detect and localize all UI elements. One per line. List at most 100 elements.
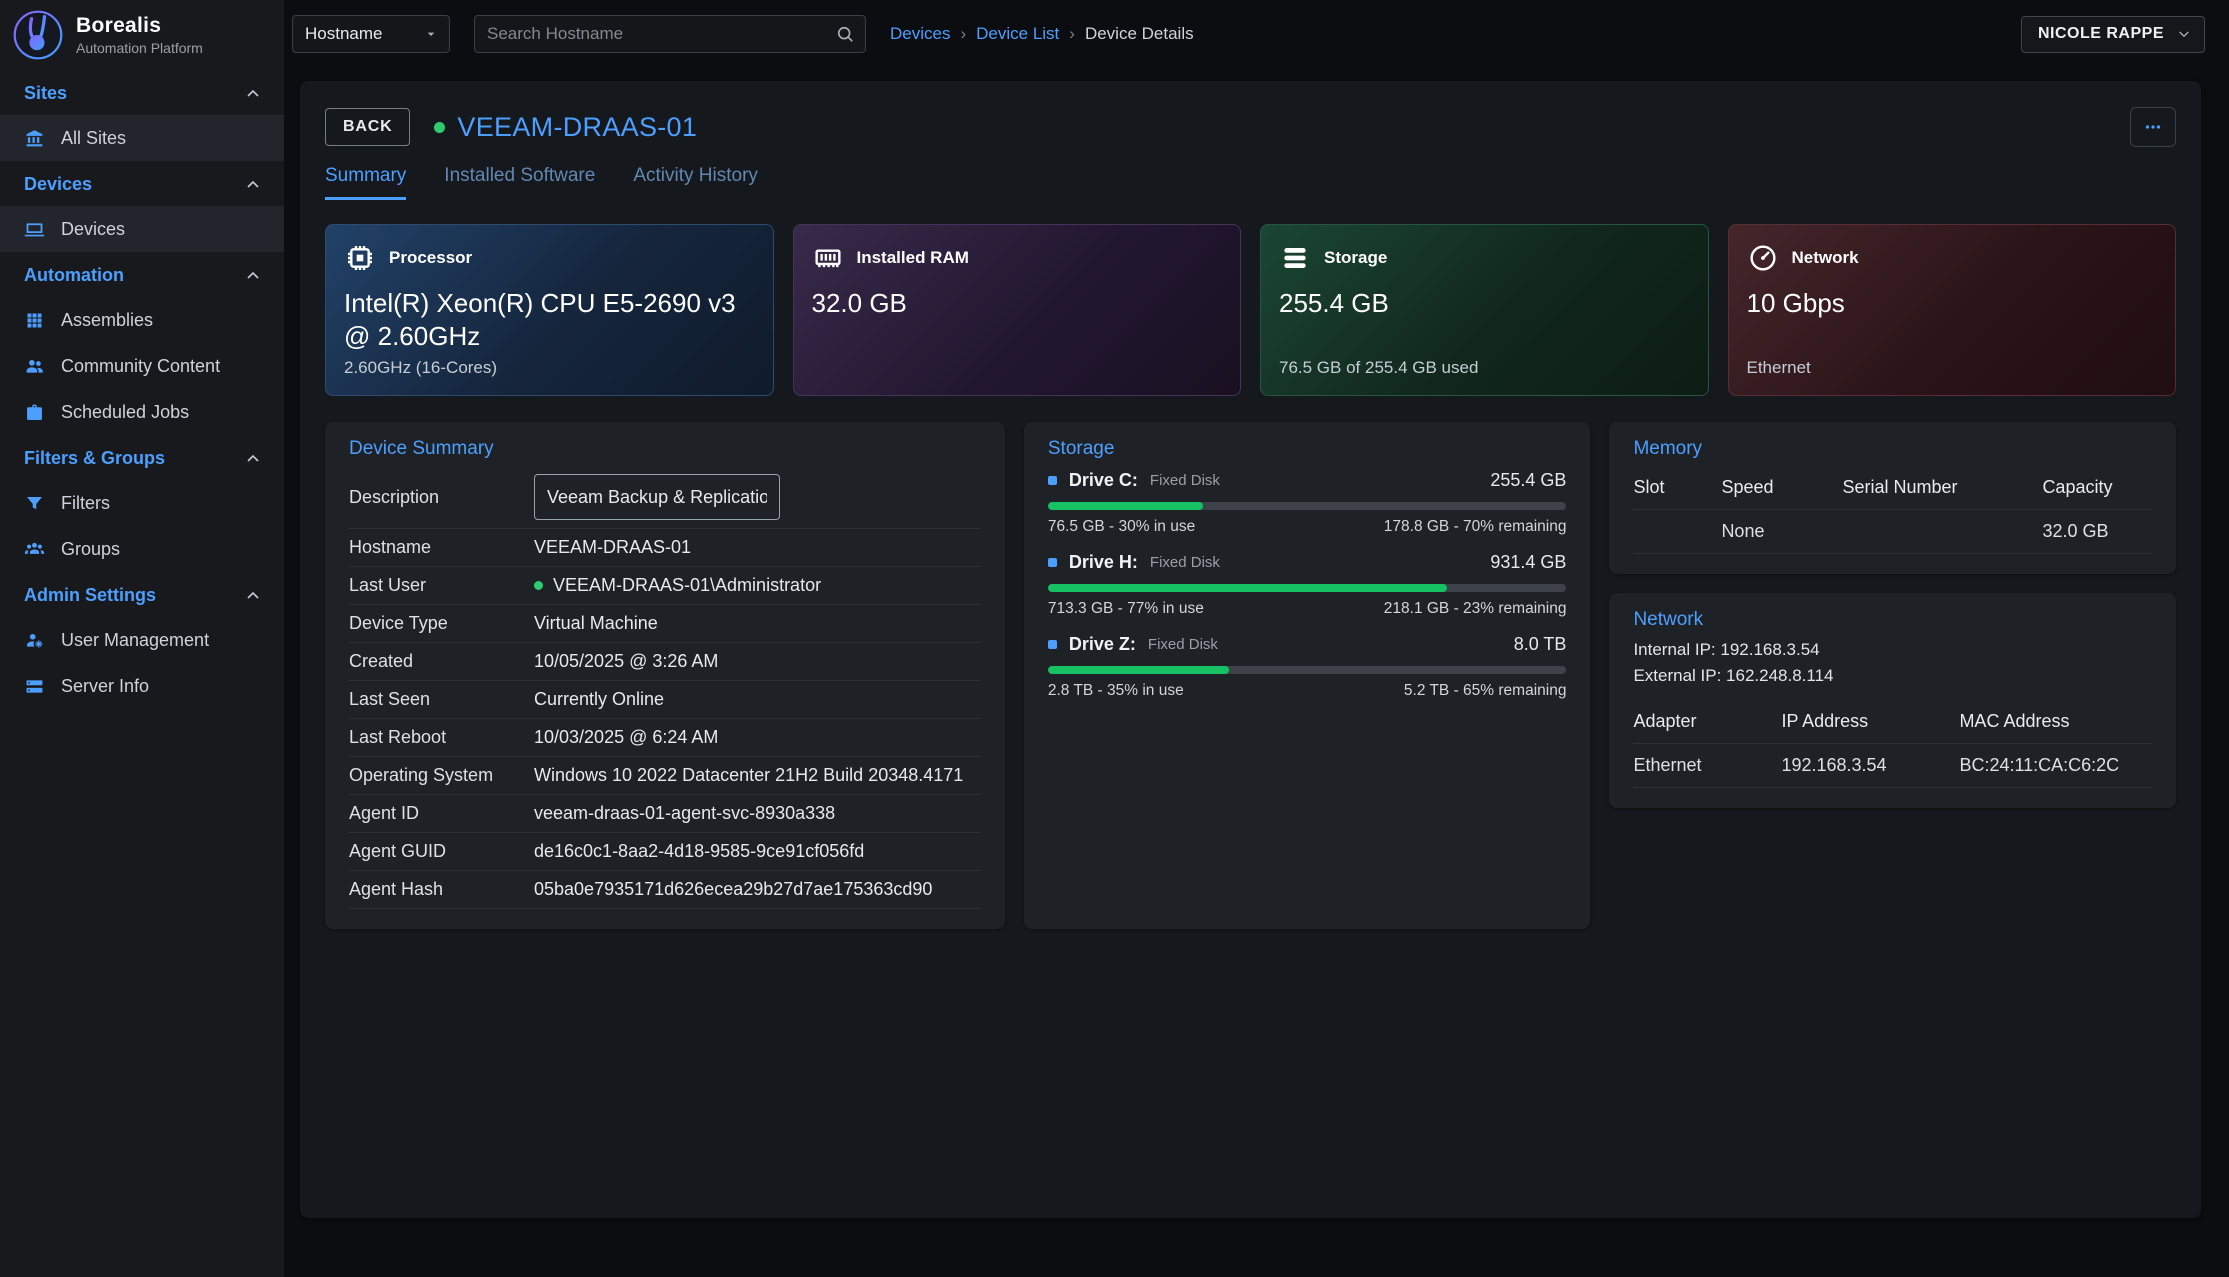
drive-size: 8.0 TB [1514, 634, 1567, 655]
sidebar-section-automation: Automation Assemblies Community Content … [0, 252, 284, 435]
topbar: Hostname Devices › Device List › Device … [284, 0, 2229, 68]
people-icon [24, 356, 45, 377]
online-status-dot [534, 581, 543, 590]
processor-card: Processor Intel(R) Xeon(R) CPU E5-2690 v… [325, 224, 774, 396]
sidebar-item-label: User Management [61, 630, 209, 651]
sidebar-item-groups[interactable]: Groups [0, 526, 284, 572]
ram-value: 32.0 GB [812, 287, 1223, 320]
tab-activity-history[interactable]: Activity History [633, 165, 758, 200]
row-label: Last Reboot [349, 727, 534, 748]
drive-name: Drive Z: [1069, 634, 1136, 655]
breadcrumb-device-list[interactable]: Device List [976, 24, 1059, 44]
drive-bullet-icon [1048, 640, 1057, 649]
chevron-down-icon [2176, 26, 2192, 42]
drive-size: 931.4 GB [1490, 552, 1566, 573]
borealis-logo-icon [12, 9, 64, 61]
search-icon [835, 24, 855, 44]
sidebar-item-community-content[interactable]: Community Content [0, 343, 284, 389]
sidebar-section-filters-groups-header[interactable]: Filters & Groups [0, 435, 284, 480]
drive-header: Drive Z: Fixed Disk 8.0 TB [1048, 634, 1567, 655]
drive-bullet-icon [1048, 558, 1057, 567]
chevron-up-icon [244, 85, 262, 103]
drive-remaining: 5.2 TB - 65% remaining [1404, 682, 1567, 700]
network-header-ip: IP Address [1781, 711, 1959, 732]
drive-size: 255.4 GB [1490, 470, 1566, 491]
summary-row-agent-id: Agent ID veeam-draas-01-agent-svc-8930a3… [349, 795, 981, 833]
drive-used: 76.5 GB - 30% in use [1048, 518, 1195, 536]
drive-usage-fill [1048, 502, 1204, 510]
sidebar-item-assemblies[interactable]: Assemblies [0, 297, 284, 343]
back-button[interactable]: BACK [325, 108, 410, 146]
user-menu-button[interactable]: NICOLE RAPPE [2021, 16, 2205, 53]
memory-speed: None [1721, 521, 1842, 542]
card-header: Processor [344, 242, 755, 274]
row-value: Virtual Machine [534, 612, 981, 635]
description-input[interactable] [534, 474, 780, 520]
card-label: Installed RAM [857, 248, 969, 268]
filter-icon [24, 493, 45, 514]
search-input[interactable] [487, 24, 827, 44]
brand-text: Borealis Automation Platform [76, 14, 203, 56]
sidebar-section-admin-settings: Admin Settings User Management Server In… [0, 572, 284, 709]
row-label: Device Type [349, 613, 534, 634]
sidebar-item-all-sites[interactable]: All Sites [0, 115, 284, 161]
search-field-dropdown-value: Hostname [305, 24, 382, 44]
tab-bar: Summary Installed Software Activity Hist… [325, 165, 2176, 200]
internal-ip: Internal IP: 192.168.3.54 [1633, 637, 2152, 663]
storage-panel-title: Storage [1048, 438, 1567, 460]
sidebar-section-automation-header[interactable]: Automation [0, 252, 284, 297]
chevron-up-icon [244, 267, 262, 285]
sidebar-section-devices: Devices Devices [0, 161, 284, 252]
ram-icon [812, 242, 844, 274]
tab-installed-software[interactable]: Installed Software [444, 165, 595, 200]
last-user-value: VEEAM-DRAAS-01\Administrator [553, 575, 821, 596]
sidebar-item-scheduled-jobs[interactable]: Scheduled Jobs [0, 389, 284, 435]
storage-card: Storage 255.4 GB 76.5 GB of 255.4 GB use… [1260, 224, 1709, 396]
more-options-button[interactable] [2130, 107, 2176, 147]
sidebar-item-server-info[interactable]: Server Info [0, 663, 284, 709]
sidebar-section-sites-header[interactable]: Sites [0, 70, 284, 115]
drive-name: Drive C: [1069, 470, 1138, 491]
sidebar-section-admin-settings-header[interactable]: Admin Settings [0, 572, 284, 617]
server-icon [24, 676, 45, 697]
network-panel: Network Internal IP: 192.168.3.54 Extern… [1609, 593, 2176, 808]
detail-panels: Device Summary Description Hostname VEEA… [325, 422, 2176, 929]
drive-stats: 76.5 GB - 30% in use 178.8 GB - 70% rema… [1048, 518, 1567, 536]
brand[interactable]: Borealis Automation Platform [0, 0, 284, 70]
memory-panel: Memory Slot Speed Serial Number Capacity… [1609, 422, 2176, 574]
network-value: 10 Gbps [1747, 287, 2158, 320]
section-label: Filters & Groups [24, 448, 165, 469]
drive-usage-bar [1048, 584, 1567, 592]
sidebar-item-label: Assemblies [61, 310, 153, 331]
laptop-icon [24, 219, 45, 240]
drive-bullet-icon [1048, 476, 1057, 485]
sidebar-section-devices-header[interactable]: Devices [0, 161, 284, 206]
drive-used: 713.3 GB - 77% in use [1048, 600, 1204, 618]
sidebar-item-label: Filters [61, 493, 110, 514]
chevron-up-icon [244, 450, 262, 468]
chevron-up-icon [244, 587, 262, 605]
network-ip: 192.168.3.54 [1781, 755, 1959, 776]
network-table-row: Ethernet 192.168.3.54 BC:24:11:CA:C6:2C [1633, 744, 2152, 788]
sidebar-item-label: Community Content [61, 356, 220, 377]
search-field-dropdown[interactable]: Hostname [292, 15, 450, 53]
section-label: Devices [24, 174, 92, 195]
sidebar: Borealis Automation Platform Sites All S… [0, 0, 284, 1277]
online-status-dot [434, 122, 445, 133]
sidebar-item-user-management[interactable]: User Management [0, 617, 284, 663]
drive-c: Drive C: Fixed Disk 255.4 GB 76.5 GB - 3… [1048, 470, 1567, 536]
breadcrumb-devices[interactable]: Devices [890, 24, 950, 44]
breadcrumb-device-details: Device Details [1085, 24, 1194, 44]
row-label: Agent ID [349, 803, 534, 824]
row-value: 10/05/2025 @ 3:26 AM [534, 650, 981, 673]
summary-row-hostname: Hostname VEEAM-DRAAS-01 [349, 529, 981, 567]
sidebar-item-devices[interactable]: Devices [0, 206, 284, 252]
sidebar-item-label: Devices [61, 219, 125, 240]
card-label: Processor [389, 248, 472, 268]
sidebar-item-filters[interactable]: Filters [0, 480, 284, 526]
memory-table-row: None 32.0 GB [1633, 510, 2152, 554]
ram-sub [812, 358, 1223, 378]
tab-summary[interactable]: Summary [325, 165, 406, 200]
network-card: Network 10 Gbps Ethernet [1728, 224, 2177, 396]
external-ip: External IP: 162.248.8.114 [1633, 663, 2152, 689]
